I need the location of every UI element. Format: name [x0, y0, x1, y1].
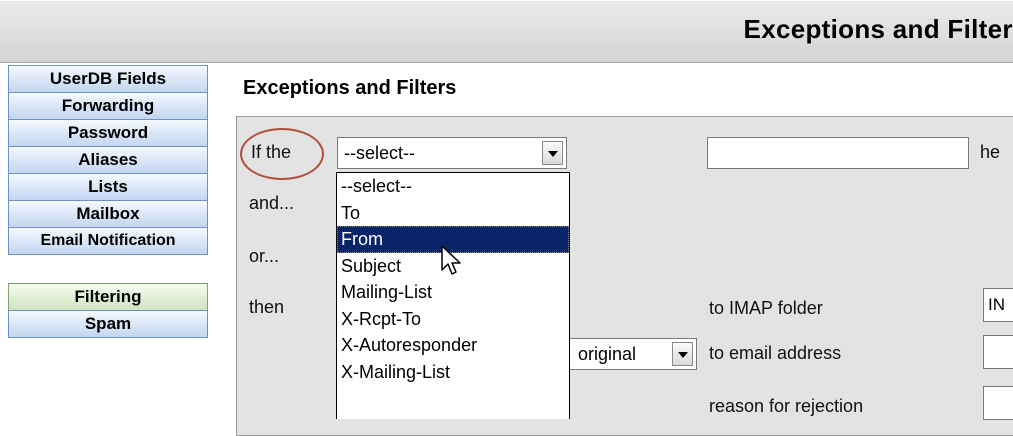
rejection-reason-input[interactable]	[983, 386, 1013, 420]
header-field-dropdown-list[interactable]: --select-- To From Subject Mailing-List …	[336, 172, 570, 419]
sidebar-item-forwarding[interactable]: Forwarding	[8, 92, 208, 120]
sidebar-item-email-notification[interactable]: Email Notification	[8, 227, 208, 255]
page-header-bar: Exceptions and Filters (t	[0, 0, 1013, 63]
dropdown-option[interactable]: Mailing-List	[337, 279, 569, 306]
header-value-input[interactable]	[707, 137, 969, 169]
header-field-select-value: --select--	[344, 143, 415, 163]
chevron-down-icon[interactable]	[672, 342, 693, 366]
sidebar-item-userdb-fields[interactable]: UserDB Fields	[8, 65, 208, 93]
if-the-label: If the	[251, 142, 292, 162]
dropdown-option[interactable]: X-Mailing-List	[337, 359, 569, 386]
chevron-down-icon[interactable]	[542, 141, 563, 165]
copy-mode-select[interactable]: original	[567, 338, 697, 370]
and-label: and...	[249, 193, 295, 213]
then-label: then	[249, 297, 285, 317]
header-field-select[interactable]: --select--	[337, 137, 567, 169]
sidebar-item-spam[interactable]: Spam	[8, 310, 208, 338]
dropdown-option[interactable]: --select--	[337, 173, 569, 200]
sidebar-item-mailbox[interactable]: Mailbox	[8, 200, 208, 228]
rejection-reason-label: reason for rejection	[709, 396, 864, 416]
dropdown-option[interactable]: X-Autoresponder	[337, 332, 569, 359]
header-suffix-label: he	[980, 142, 1001, 162]
dropdown-option[interactable]: X-Rcpt-To	[337, 306, 569, 333]
copy-mode-select-value: original	[578, 344, 637, 364]
sidebar-item-password[interactable]: Password	[8, 119, 208, 147]
mouse-cursor-icon	[441, 245, 461, 275]
imap-folder-input[interactable]: IN	[983, 288, 1013, 322]
section-title: Exceptions and Filters	[243, 77, 457, 99]
or-label: or...	[249, 246, 280, 266]
sidebar-item-aliases[interactable]: Aliases	[8, 146, 208, 174]
sidebar-item-filtering[interactable]: Filtering	[8, 283, 208, 311]
email-address-label: to email address	[709, 343, 842, 363]
page-header-title: Exceptions and Filters (t	[743, 14, 1013, 44]
imap-folder-label: to IMAP folder	[709, 298, 823, 318]
imap-folder-value: IN	[988, 295, 1005, 314]
sidebar-item-lists[interactable]: Lists	[8, 173, 208, 201]
dropdown-option[interactable]: To	[337, 200, 569, 227]
email-address-input[interactable]	[983, 335, 1013, 369]
